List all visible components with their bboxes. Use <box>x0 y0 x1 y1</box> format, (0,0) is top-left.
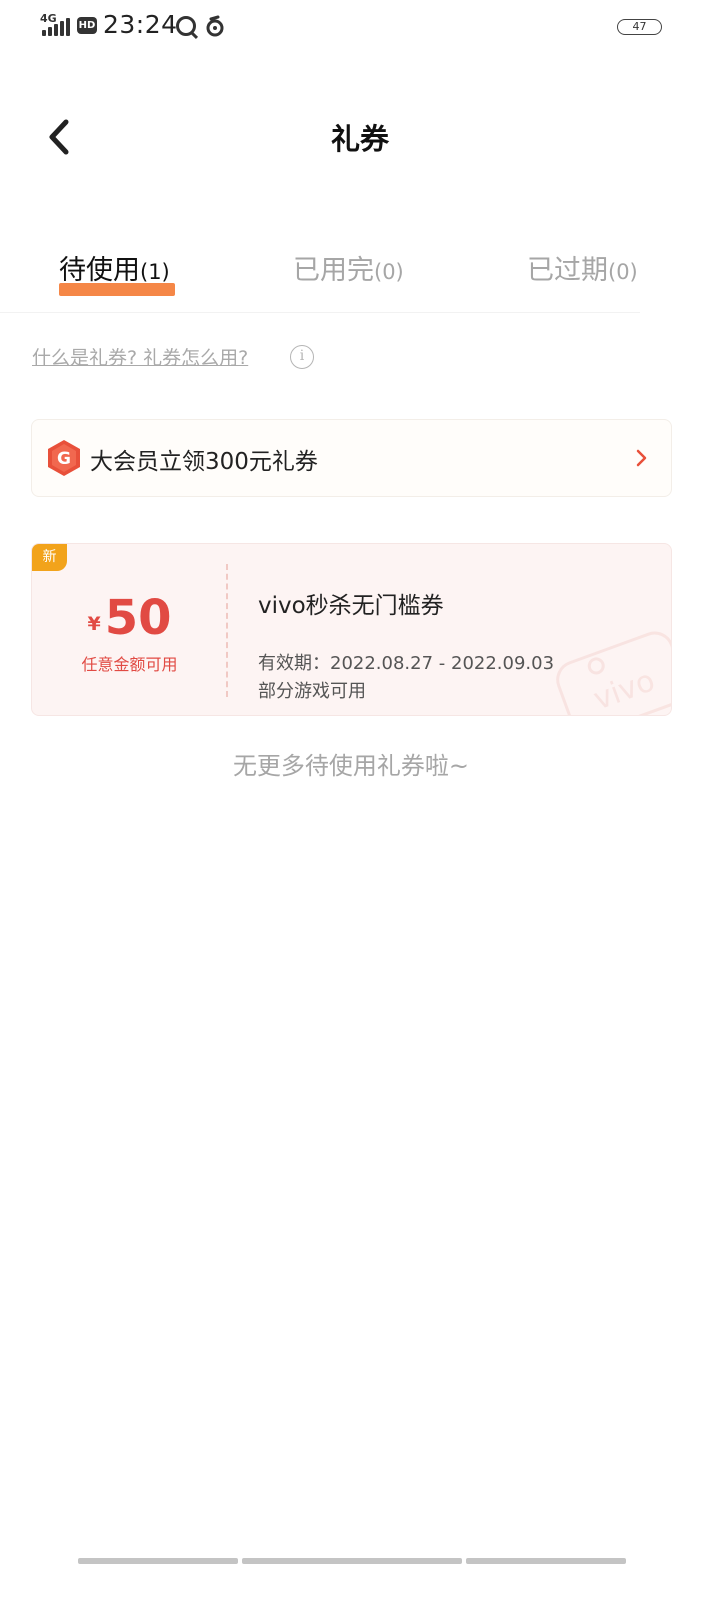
tab-active-indicator <box>59 283 175 296</box>
coupon-amount-desc: 任意金额可用 <box>81 655 178 674</box>
tab-divider <box>0 312 640 313</box>
signal-icon: 4G <box>40 12 74 38</box>
tab-used-count: (0) <box>374 260 404 284</box>
gesture-bar-right <box>466 1558 626 1564</box>
tab-bar: 待使用(1) 已用完(0) 已过期(0) <box>0 240 720 310</box>
page-title: 礼券 <box>330 122 389 156</box>
battery-icon: 47 <box>617 19 662 35</box>
status-bar: 4G HD 23:24 47 <box>0 0 720 56</box>
tab-pending[interactable]: 待使用(1) <box>59 248 170 287</box>
status-time: 23:24 <box>103 10 178 39</box>
gesture-bar-left <box>78 1558 238 1564</box>
tab-pending-count: (1) <box>140 260 170 284</box>
list-end-text: 无更多待使用礼券啦~ <box>232 752 470 780</box>
tab-used[interactable]: 已用完(0) <box>293 248 404 287</box>
new-badge: 新 <box>32 544 67 571</box>
tab-expired-count: (0) <box>608 260 638 284</box>
help-row: 什么是礼券? 礼券怎么用? i <box>32 343 314 373</box>
coupon-value: 50 <box>104 590 172 646</box>
coupon-divider <box>226 564 228 697</box>
coupon-help-link[interactable]: 什么是礼券? 礼券怎么用? <box>32 347 248 369</box>
coupon-validity: 有效期：2022.08.27 - 2022.09.03 <box>258 653 555 674</box>
coupon-amount: ¥50 <box>32 590 227 646</box>
coupon-card[interactable]: 新 ¥50 任意金额可用 vivo秒杀无门槛券 有效期：2022.08.27 -… <box>31 543 672 716</box>
vivo-watermark-icon: vivo <box>556 631 671 715</box>
game-center-logo-icon: G <box>48 440 80 476</box>
tab-expired-label: 已过期 <box>527 255 608 286</box>
promo-text: 大会员立领300元礼券 <box>90 449 318 475</box>
coupon-title: vivo秒杀无门槛券 <box>258 593 444 619</box>
tab-expired[interactable]: 已过期(0) <box>527 248 638 287</box>
promo-logo-letter: G <box>57 449 71 469</box>
tab-used-label: 已用完 <box>293 255 374 286</box>
notification-q-icon <box>176 16 196 36</box>
info-icon[interactable]: i <box>290 345 314 369</box>
coupon-currency: ¥ <box>87 613 101 635</box>
chevron-right-icon <box>636 449 647 467</box>
hd-icon: HD <box>77 17 97 34</box>
coupon-scope: 部分游戏可用 <box>258 681 366 702</box>
tab-pending-label: 待使用 <box>59 255 140 286</box>
gesture-bar-center <box>242 1558 462 1564</box>
membership-promo-banner[interactable]: G 大会员立领300元礼券 <box>31 419 672 497</box>
notification-app-icon <box>206 15 224 37</box>
